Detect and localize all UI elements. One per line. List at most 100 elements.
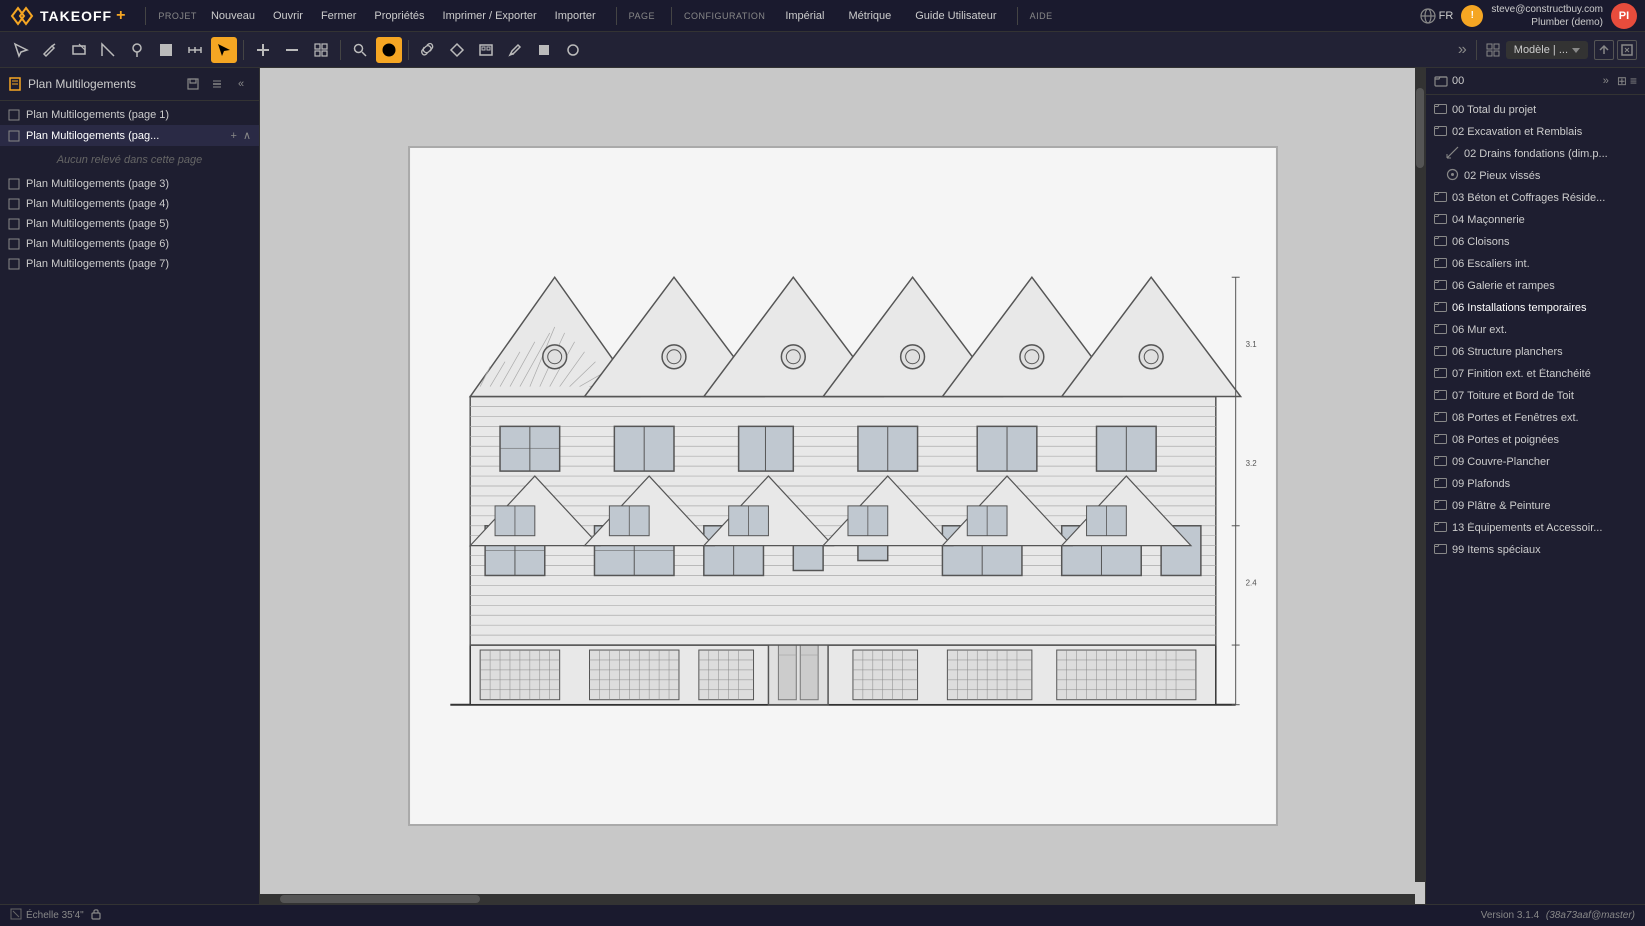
folder-icon bbox=[1434, 344, 1447, 357]
menu-proprietes[interactable]: Propriétés bbox=[366, 8, 432, 24]
sidebar-save-icon[interactable] bbox=[183, 74, 203, 94]
tree-item-label-4: 03 Béton et Coffrages Réside... bbox=[1452, 192, 1637, 204]
toolbar-sep2 bbox=[340, 40, 341, 60]
right-action-2[interactable]: ≡ bbox=[1630, 74, 1637, 88]
tree-item-7[interactable]: 06 Escaliers int. bbox=[1426, 253, 1645, 275]
tree-item-8[interactable]: 06 Galerie et rampes bbox=[1426, 275, 1645, 297]
tool-cursor[interactable] bbox=[211, 37, 237, 63]
menu-fermer[interactable]: Fermer bbox=[313, 8, 364, 24]
tool-search[interactable] bbox=[347, 37, 373, 63]
tool-grid[interactable] bbox=[308, 37, 334, 63]
tool-highlight[interactable] bbox=[376, 37, 402, 63]
sidebar-page-4[interactable]: Plan Multilogements (page 4) bbox=[0, 194, 259, 214]
tree-item-11[interactable]: 06 Structure planchers bbox=[1426, 341, 1645, 363]
sidebar-chevron-icon[interactable]: « bbox=[231, 74, 251, 94]
tool-angle[interactable] bbox=[95, 37, 121, 63]
tree-item-16[interactable]: 09 Couvre-Plancher bbox=[1426, 451, 1645, 473]
tree-item-5[interactable]: 04 Maçonnerie bbox=[1426, 209, 1645, 231]
vertical-scrollbar[interactable] bbox=[1415, 68, 1425, 882]
sidebar-action-icons: « bbox=[183, 74, 251, 94]
tree-item-9[interactable]: 06 Installations temporaires bbox=[1426, 297, 1645, 319]
sidebar-page-6[interactable]: Plan Multilogements (page 6) bbox=[0, 234, 259, 254]
separator3 bbox=[671, 7, 672, 25]
right-action-1[interactable]: ⊞ bbox=[1617, 74, 1627, 88]
sidebar-page-2-label: Plan Multilogements (pag... bbox=[26, 130, 221, 142]
language-label: FR bbox=[1439, 10, 1454, 22]
top-right-area: FR ! steve@constructbuy.com Plumber (dem… bbox=[1420, 3, 1637, 29]
folder-icon bbox=[1434, 476, 1447, 489]
tree-item-17[interactable]: 09 Plafonds bbox=[1426, 473, 1645, 495]
tree-item-18[interactable]: 09 Plâtre & Peinture bbox=[1426, 495, 1645, 517]
tool-minus[interactable] bbox=[279, 37, 305, 63]
tree-item-12[interactable]: 07 Finition ext. et Étanchéité bbox=[1426, 363, 1645, 385]
build-label: (38a73aaf@master) bbox=[1546, 910, 1635, 921]
tree-item-15[interactable]: 08 Portes et poignées bbox=[1426, 429, 1645, 451]
main-content: Plan Multilogements « Plan Multilogement… bbox=[0, 68, 1645, 904]
menu-nouveau[interactable]: Nouveau bbox=[203, 8, 263, 24]
tool-select[interactable] bbox=[8, 37, 34, 63]
status-bar: Échelle 35'4" Version 3.1.4 (38a73aaf@ma… bbox=[0, 904, 1645, 926]
tool-draw[interactable] bbox=[37, 37, 63, 63]
menu-metrique[interactable]: Métrique bbox=[840, 8, 899, 24]
tree-item-20[interactable]: 99 Items spéciaux bbox=[1426, 539, 1645, 561]
scrollbar-thumb-h[interactable] bbox=[280, 895, 480, 903]
tree-item-1[interactable]: 02 Excavation et Remblais bbox=[1426, 121, 1645, 143]
toolbar-action-2[interactable] bbox=[1617, 40, 1637, 60]
menu-guide[interactable]: Guide Utilisateur bbox=[907, 8, 1004, 24]
tool-square-fill[interactable] bbox=[531, 37, 557, 63]
menu-imprimer[interactable]: Imprimer / Exporter bbox=[435, 8, 545, 24]
sidebar-page-3[interactable]: Plan Multilogements (page 3) bbox=[0, 174, 259, 194]
expand-right-icon[interactable]: » bbox=[1458, 41, 1467, 59]
tool-pin[interactable] bbox=[124, 37, 150, 63]
model-dropdown[interactable]: Modèle | ... bbox=[1506, 41, 1588, 59]
user-info: steve@constructbuy.com Plumber (demo) bbox=[1491, 3, 1603, 29]
tree-item-0[interactable]: 00 Total du projet bbox=[1426, 99, 1645, 121]
menu-ouvrir[interactable]: Ouvrir bbox=[265, 8, 311, 24]
tool-window[interactable] bbox=[473, 37, 499, 63]
tree-item-4[interactable]: 03 Béton et Coffrages Réside... bbox=[1426, 187, 1645, 209]
sidebar-page-7[interactable]: Plan Multilogements (page 7) bbox=[0, 254, 259, 274]
sidebar-page-2[interactable]: Plan Multilogements (pag... + ∧ bbox=[0, 125, 259, 146]
page-icon-7 bbox=[8, 258, 20, 270]
sidebar-page-5[interactable]: Plan Multilogements (page 5) bbox=[0, 214, 259, 234]
page-icon-3 bbox=[8, 178, 20, 190]
sidebar-page-1-label: Plan Multilogements (page 1) bbox=[26, 109, 169, 121]
tool-link[interactable] bbox=[415, 37, 441, 63]
folder-icon bbox=[1434, 454, 1447, 467]
tree-item-19[interactable]: 13 Équipements et Accessoir... bbox=[1426, 517, 1645, 539]
user-avatar[interactable]: PI bbox=[1611, 3, 1637, 29]
tree-item-14[interactable]: 08 Portes et Fenêtres ext. bbox=[1426, 407, 1645, 429]
right-sidebar-expand-icon[interactable]: » bbox=[1603, 75, 1609, 87]
tool-add[interactable] bbox=[250, 37, 276, 63]
language-button[interactable]: FR bbox=[1420, 8, 1454, 24]
canvas-inner[interactable]: 3.1 3.2 2.4 bbox=[260, 68, 1425, 904]
tree-item-13[interactable]: 07 Toiture et Bord de Toit bbox=[1426, 385, 1645, 407]
folder-icon bbox=[1434, 498, 1447, 511]
blueprint-view[interactable]: 3.1 3.2 2.4 bbox=[408, 146, 1278, 826]
tool-measure[interactable] bbox=[182, 37, 208, 63]
toolbar-action-1[interactable] bbox=[1594, 40, 1614, 60]
notification-icon[interactable]: ! bbox=[1461, 5, 1483, 27]
horizontal-scrollbar[interactable] bbox=[260, 894, 1415, 904]
scale-lock-icon[interactable] bbox=[90, 908, 102, 923]
tree-item-3[interactable]: 02 Pieux vissés bbox=[1426, 165, 1645, 187]
tree-item-10[interactable]: 06 Mur ext. bbox=[1426, 319, 1645, 341]
tool-diamond[interactable] bbox=[444, 37, 470, 63]
menu-imperial[interactable]: Impérial bbox=[777, 8, 832, 24]
menu-importer[interactable]: Importer bbox=[547, 8, 604, 24]
tool-rectangle[interactable] bbox=[66, 37, 92, 63]
tool-fill[interactable] bbox=[153, 37, 179, 63]
sidebar-collapse-icon[interactable] bbox=[207, 74, 227, 94]
sidebar-page-5-label: Plan Multilogements (page 5) bbox=[26, 218, 169, 230]
circle-icon bbox=[1446, 168, 1459, 181]
tool-pen[interactable] bbox=[502, 37, 528, 63]
tool-circle[interactable] bbox=[560, 37, 586, 63]
tree-item-2[interactable]: 02 Drains fondations (dim.p... bbox=[1426, 143, 1645, 165]
grid-view-icon[interactable] bbox=[1486, 43, 1500, 57]
canvas-area[interactable]: 3.1 3.2 2.4 bbox=[260, 68, 1425, 904]
page-add-icon[interactable]: + bbox=[231, 130, 237, 142]
scrollbar-thumb-v[interactable] bbox=[1416, 88, 1424, 168]
tree-item-6[interactable]: 06 Cloisons bbox=[1426, 231, 1645, 253]
page-expand-icon[interactable]: ∧ bbox=[243, 129, 251, 142]
sidebar-page-1[interactable]: Plan Multilogements (page 1) bbox=[0, 105, 259, 125]
